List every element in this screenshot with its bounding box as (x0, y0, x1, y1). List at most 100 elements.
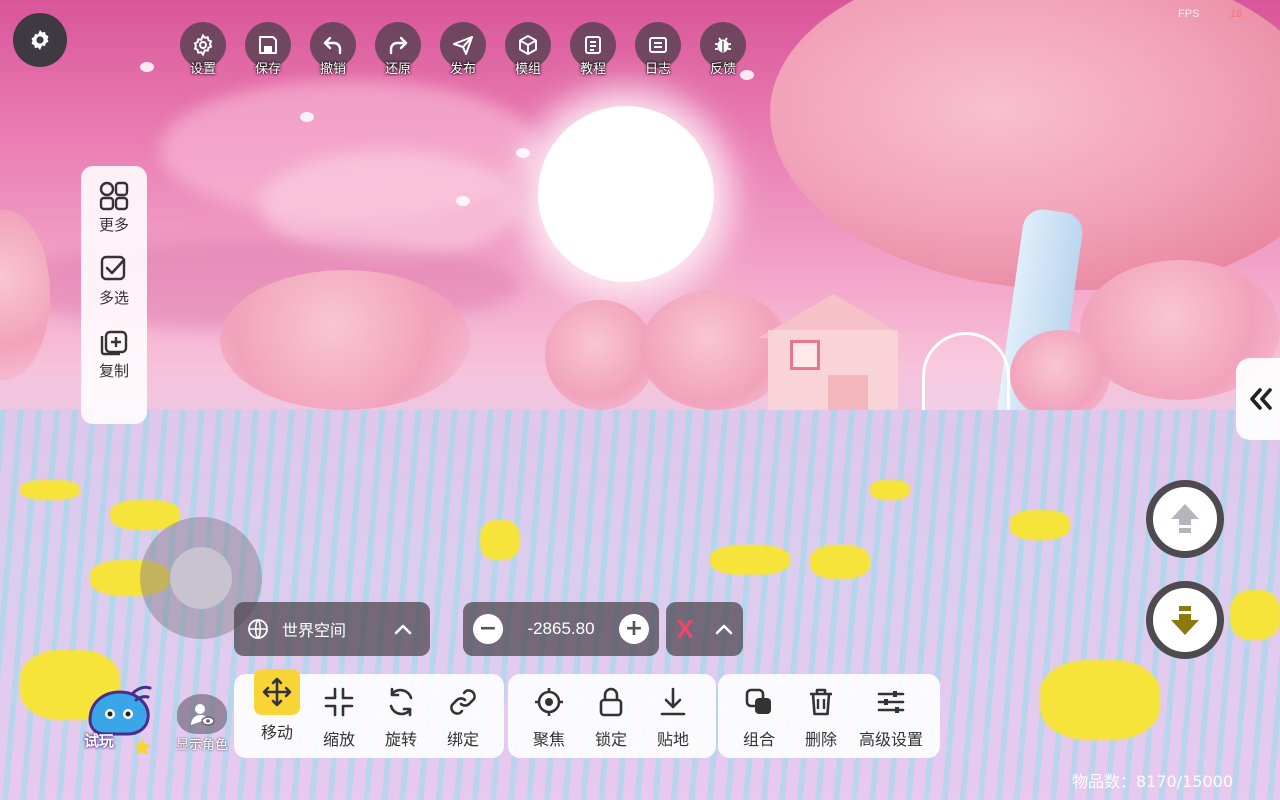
group-label: 组合 (742, 730, 775, 749)
grid-icon (99, 181, 129, 211)
snap-ground-label: 贴地 (656, 730, 689, 749)
tutorial-button[interactable]: 教程 (570, 22, 616, 80)
snap-ground-tool-icon-wrap (657, 682, 689, 722)
save-label: 保存 (254, 62, 281, 77)
scale-label: 缩放 (322, 730, 355, 749)
joystick-knob[interactable] (170, 547, 232, 609)
delete-tool[interactable]: 删除 (790, 674, 852, 758)
redo-button[interactable]: 还原 (375, 22, 421, 80)
group-icon (745, 688, 771, 714)
tutorial-label: 教程 (579, 62, 606, 77)
publish-button[interactable]: 发布 (440, 22, 486, 80)
rotate-tool-icon-wrap (385, 682, 417, 722)
focus-label: 聚焦 (532, 730, 565, 749)
advanced-settings-tool[interactable]: 高级设置 (852, 674, 930, 758)
focus-tool[interactable]: 聚焦 (518, 674, 580, 758)
multi-select-button[interactable]: 多选 (98, 253, 130, 308)
delete-tool-icon-wrap (805, 682, 837, 722)
main-settings-button[interactable] (13, 13, 67, 67)
advanced-settings-label: 高级设置 (858, 730, 923, 749)
bind-tool-icon-wrap (447, 682, 479, 722)
copy-label: 复制 (98, 362, 129, 380)
group-tool-icon-wrap (743, 682, 775, 722)
undo-label: 撤销 (319, 62, 346, 77)
item-count: 物品数：8170/15000 (1072, 772, 1234, 791)
move-tool[interactable]: 移动 (246, 669, 308, 758)
view-toolbar: 聚焦 锁定 贴地 (508, 674, 716, 758)
move-label: 移动 (260, 723, 293, 742)
show-character-bg (177, 694, 227, 734)
lock-icon (599, 687, 623, 717)
focus-tool-icon-wrap (533, 682, 565, 722)
document-icon (585, 36, 601, 54)
publish-label: 发布 (449, 62, 476, 77)
lock-tool[interactable]: 锁定 (580, 674, 642, 758)
group-tool[interactable]: 组合 (728, 674, 790, 758)
ascend-button[interactable] (1146, 480, 1224, 558)
settings-button[interactable]: 设置 (180, 22, 226, 80)
log-label: 日志 (644, 62, 671, 77)
scale-tool-icon-wrap (323, 682, 355, 722)
scale-tool[interactable]: 缩放 (308, 674, 370, 758)
chevron-up-icon (394, 624, 412, 635)
redo-icon (389, 36, 408, 55)
copy-icon (100, 330, 128, 356)
object-toolbar: 组合 删除 高级设置 (718, 674, 940, 758)
delete-label: 删除 (804, 730, 837, 749)
more-button[interactable]: 更多 (98, 180, 130, 235)
redo-label: 还原 (384, 62, 411, 77)
position-value[interactable]: -2865.80 (527, 619, 594, 639)
globe-icon (248, 619, 268, 639)
lock-label: 锁定 (594, 730, 627, 749)
value-stepper: − -2865.80 + (463, 602, 659, 656)
feedback-button[interactable]: 反馈 (700, 22, 746, 80)
multi-select-icon (100, 255, 126, 281)
undo-button[interactable]: 撤销 (310, 22, 356, 80)
link-icon (450, 689, 476, 715)
move-arrows-icon (262, 677, 292, 707)
trash-icon (810, 688, 832, 716)
fps-value: 16 (1230, 8, 1243, 20)
snap-ground-tool[interactable]: 贴地 (642, 674, 704, 758)
feedback-label: 反馈 (709, 62, 736, 77)
coordinate-space-selector[interactable]: 世界空间 (234, 602, 430, 656)
cube-icon (519, 35, 537, 55)
left-tool-panel: 更多 多选 复制 (81, 166, 147, 424)
save-button[interactable]: 保存 (245, 22, 291, 80)
paper-plane-icon (453, 36, 473, 55)
copy-button[interactable]: 复制 (98, 326, 130, 381)
bind-label: 绑定 (446, 730, 479, 749)
bind-tool[interactable]: 绑定 (432, 674, 494, 758)
log-icon (649, 37, 667, 53)
axis-x-icon: X (676, 613, 694, 644)
hud: 设置 保存 撤销 还原 发布 模组 教程 日志 反馈 FPS 16 更多 多选 … (0, 0, 1280, 800)
bug-icon (715, 37, 731, 53)
chevron-up-icon (715, 624, 732, 635)
settings-label: 设置 (189, 62, 216, 77)
play-test-button[interactable]: 试玩 (80, 680, 158, 756)
decrement-button[interactable]: − (473, 614, 503, 644)
log-button[interactable]: 日志 (635, 22, 681, 80)
lock-tool-icon-wrap (595, 682, 627, 722)
gear-icon (193, 33, 213, 57)
double-chevron-left-icon (1250, 388, 1272, 410)
arrow-up-icon (1171, 504, 1199, 533)
top-toolbar: 设置 保存 撤销 还原 发布 模组 教程 日志 反馈 (180, 22, 746, 80)
axis-selector[interactable]: X (666, 602, 743, 656)
show-character-label: 显示角色 (175, 738, 228, 753)
rotate-tool[interactable]: 旋转 (370, 674, 432, 758)
sliders-icon (877, 691, 905, 713)
coordinate-space-label: 世界空间 (282, 621, 347, 640)
arrow-down-icon (1171, 606, 1199, 635)
play-test-label: 试玩 (84, 732, 115, 750)
fps-label: FPS (1178, 8, 1200, 20)
multi-select-label: 多选 (98, 289, 129, 307)
descend-button[interactable] (1146, 581, 1224, 659)
module-button[interactable]: 模组 (505, 22, 551, 80)
collapse-panel-tab[interactable] (1236, 358, 1280, 440)
rotate-icon (389, 687, 413, 717)
increment-button[interactable]: + (619, 614, 649, 644)
rotate-label: 旋转 (384, 730, 417, 749)
show-character-toggle[interactable]: 显示角色 (170, 694, 234, 753)
save-icon (259, 36, 277, 54)
